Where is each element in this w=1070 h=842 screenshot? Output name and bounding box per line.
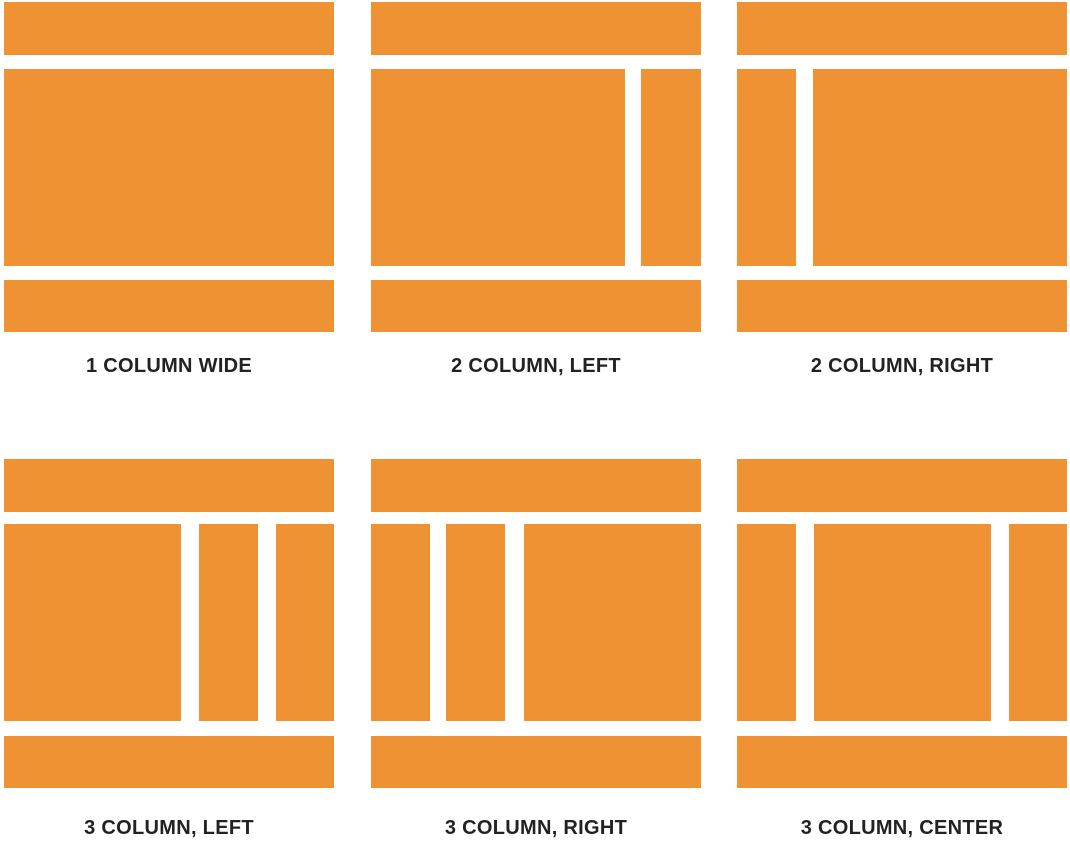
layout-3-column-center: 3 COLUMN, CENTER [737,459,1067,839]
header-block [4,2,334,55]
main-column-block [371,69,625,266]
sidebar-column-block [371,524,430,721]
layout-caption: 3 COLUMN, RIGHT [444,817,628,839]
layout-caption: 2 COLUMN, RIGHT [810,355,994,377]
layout-1-column-wide: 1 COLUMN WIDE [4,2,334,382]
footer-block [371,280,701,332]
sidebar-column-block [199,524,258,721]
main-column-block [4,524,181,721]
main-column-block [4,69,334,266]
sidebar-column-block [276,524,334,721]
main-column-block [813,69,1067,266]
header-block [371,459,701,512]
layout-3-column-left: 3 COLUMN, LEFT [4,459,334,839]
header-block [737,2,1067,55]
layout-caption: 1 COLUMN WIDE [85,355,253,377]
footer-block [737,280,1067,332]
footer-block [371,736,701,788]
layout-caption: 2 COLUMN, LEFT [451,355,621,377]
sidebar-column-block [737,524,796,721]
sidebar-column-block [446,524,505,721]
sidebar-column-block [1009,524,1067,721]
footer-block [4,280,334,332]
footer-block [737,736,1067,788]
layout-caption: 3 COLUMN, LEFT [84,817,254,839]
layout-3-column-right: 3 COLUMN, RIGHT [371,459,701,839]
header-block [4,459,334,512]
layout-2-column-left: 2 COLUMN, LEFT [371,2,701,382]
footer-block [4,736,334,788]
main-column-block [524,524,701,721]
layout-caption: 3 COLUMN, CENTER [800,817,1004,839]
layout-2-column-right: 2 COLUMN, RIGHT [737,2,1067,382]
sidebar-column-block [737,69,796,266]
header-block [371,2,701,55]
sidebar-column-block [641,69,701,266]
header-block [737,459,1067,512]
main-column-block [814,524,991,721]
